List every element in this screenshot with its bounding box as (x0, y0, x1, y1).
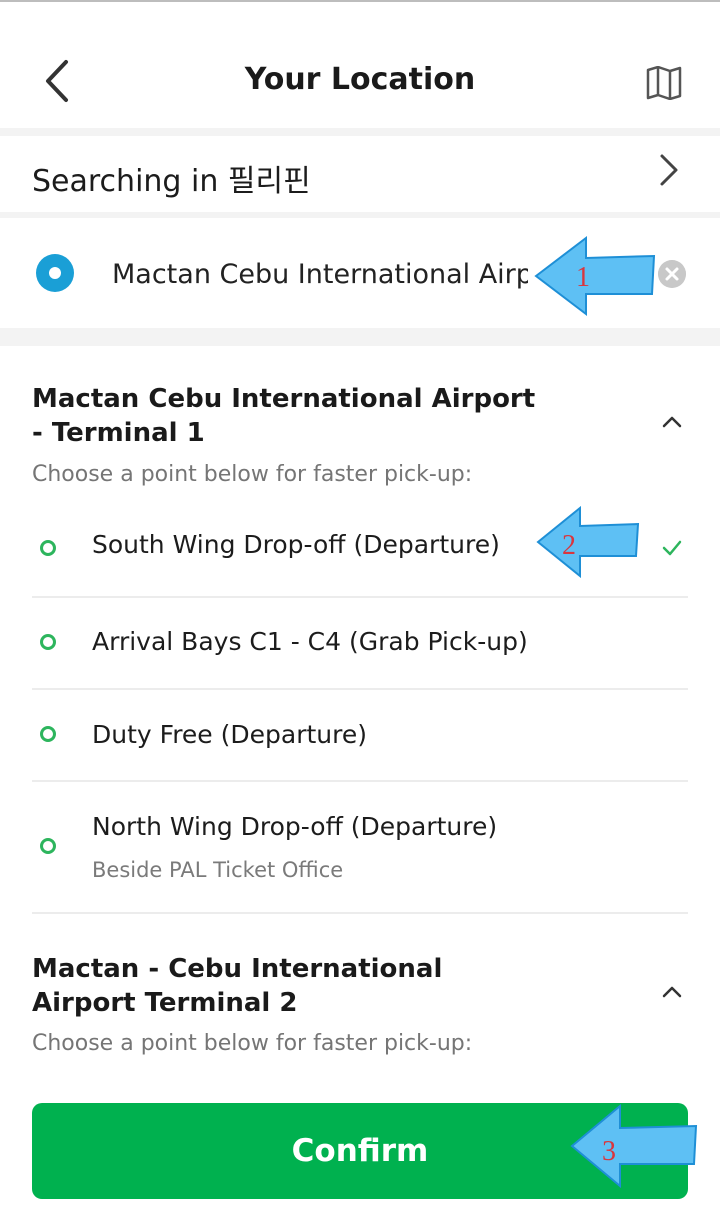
annotation-arrow-1: 1 (534, 235, 656, 317)
chevron-up-icon[interactable] (660, 414, 684, 430)
pickup-point-name: South Wing Drop-off (Departure) (92, 530, 500, 559)
pickup-point-name: Duty Free (Departure) (92, 720, 367, 749)
checkmark-icon (662, 540, 682, 556)
annotation-arrow-3: 3 (570, 1104, 698, 1188)
map-icon[interactable] (646, 66, 682, 100)
annotation-number: 3 (602, 1136, 616, 1167)
section-separator (0, 328, 720, 346)
pickup-point-item[interactable]: North Wing Drop-off (Departure) Beside P… (32, 782, 688, 912)
page-title: Your Location (244, 62, 476, 97)
radio-icon (40, 838, 56, 854)
search-scope-label: Searching in 필리핀 (32, 164, 311, 199)
radio-icon (40, 634, 56, 650)
section-subtitle: Choose a point below for faster pick-up: (32, 1031, 473, 1056)
pickup-point-item[interactable]: Duty Free (Departure) (32, 690, 688, 780)
section-title-terminal-1: Mactan Cebu International Airport - Term… (32, 384, 536, 448)
pickup-point-name: North Wing Drop-off (Departure) (92, 812, 498, 841)
radio-icon (40, 726, 56, 742)
clear-icon[interactable] (658, 260, 686, 288)
radio-icon (40, 540, 56, 556)
chevron-right-icon (660, 154, 678, 186)
section-subtitle: Choose a point below for faster pick-up: (32, 462, 473, 487)
annotation-number: 2 (562, 530, 576, 561)
location-input[interactable] (112, 254, 528, 294)
annotation-arrow-2: 2 (536, 506, 640, 578)
header: Your Location (0, 2, 720, 128)
divider (0, 128, 720, 136)
chevron-up-icon[interactable] (660, 984, 684, 1000)
annotation-number: 1 (576, 262, 590, 293)
search-scope-row[interactable]: Searching in 필리핀 (0, 136, 720, 214)
divider (32, 912, 688, 914)
pickup-point-name: Arrival Bays C1 - C4 (Grab Pick-up) (92, 627, 528, 656)
pickup-point-item[interactable]: Arrival Bays C1 - C4 (Grab Pick-up) (32, 598, 688, 688)
section-title-terminal-2: Mactan - Cebu International Airport Term… (32, 954, 443, 1018)
location-radio-icon (36, 254, 74, 292)
pickup-point-description: Beside PAL Ticket Office (92, 858, 344, 882)
